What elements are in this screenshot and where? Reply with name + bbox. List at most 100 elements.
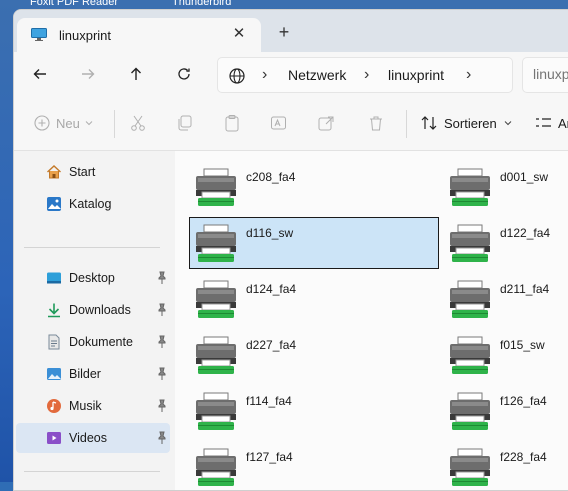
foxit-label[interactable]: Foxit PDF Reader (30, 0, 118, 8)
sidebar-item-musik[interactable]: Musik (16, 391, 170, 421)
printer-name: d116_sw (246, 226, 294, 240)
view-label: An (558, 115, 568, 131)
music-icon (47, 399, 61, 413)
trash-icon (370, 116, 382, 131)
sidebar-item-katalog[interactable]: Katalog (16, 189, 170, 219)
share-icon (318, 116, 334, 131)
printer-icon (450, 392, 490, 430)
new-tab-button[interactable]: + (276, 23, 292, 41)
sidebar-item-videos[interactable]: Videos (16, 423, 170, 453)
printer-item[interactable]: d001_sw (443, 161, 568, 213)
printer-icon (450, 168, 490, 206)
sort-label: Sortieren (444, 115, 497, 131)
breadcrumb-linuxprint[interactable]: linuxprint (388, 67, 444, 83)
cut-button[interactable] (129, 111, 147, 135)
printer-item[interactable]: d211_fa4 (443, 273, 568, 325)
printer-item[interactable]: d116_sw (189, 217, 439, 269)
scissors-icon (131, 115, 145, 131)
search-box[interactable] (522, 57, 568, 93)
printer-name: f126_fa4 (500, 394, 547, 408)
back-button[interactable] (28, 62, 52, 86)
arrow-right-icon (82, 69, 95, 79)
breadcrumb-netzwerk[interactable]: Netzwerk (288, 67, 346, 83)
tab-bar: linuxprint ✕ + (14, 10, 568, 52)
refresh-button[interactable] (172, 62, 196, 86)
sort-icon (421, 116, 437, 130)
printer-icon (196, 168, 236, 206)
delete-button[interactable] (367, 111, 385, 135)
new-button[interactable]: Neu (34, 111, 94, 135)
sidebar-item-label: Musik (69, 399, 102, 413)
printer-name: f228_fa4 (500, 450, 547, 464)
paste-button[interactable] (223, 111, 241, 135)
printer-icon (196, 392, 236, 430)
sidebar-item-desktop[interactable]: Desktop (16, 263, 170, 293)
printer-icon (450, 224, 490, 262)
printer-item[interactable]: f126_fa4 (443, 385, 568, 437)
share-button[interactable] (317, 111, 335, 135)
tab-linuxprint[interactable]: linuxprint ✕ (17, 18, 261, 52)
breadcrumb-separator[interactable]: › (364, 66, 369, 84)
printer-name: f127_fa4 (246, 450, 293, 464)
printer-icon (450, 336, 490, 374)
printer-item[interactable]: d122_fa4 (443, 217, 568, 269)
printer-name: f114_fa4 (246, 394, 292, 408)
refresh-icon (178, 68, 190, 80)
address-bar[interactable]: › Netzwerk › linuxprint › (217, 57, 513, 93)
breadcrumb-separator[interactable]: › (262, 66, 267, 84)
pin-icon[interactable] (156, 271, 168, 285)
up-button[interactable] (124, 62, 148, 86)
printer-item[interactable]: f127_fa4 (189, 441, 439, 490)
sidebar-item-label: Downloads (69, 303, 131, 317)
rename-icon (271, 116, 286, 130)
sidebar-divider (24, 247, 160, 248)
sort-button[interactable]: Sortieren (420, 111, 513, 135)
sidebar-item-label: Desktop (69, 271, 115, 285)
copy-button[interactable] (176, 111, 194, 135)
pin-icon[interactable] (156, 367, 168, 381)
divider (406, 110, 407, 138)
copy-icon (178, 115, 192, 131)
pin-icon[interactable] (156, 335, 168, 349)
printer-item[interactable]: f114_fa4 (189, 385, 439, 437)
pin-icon[interactable] (156, 431, 168, 445)
thunderbird-label[interactable]: Thunderbird (172, 0, 231, 8)
sidebar-item-bilder[interactable]: Bilder (16, 359, 170, 389)
sidebar-item-dokumente[interactable]: Dokumente (16, 327, 170, 357)
printer-name: c208_fa4 (246, 170, 296, 184)
printer-item[interactable]: d124_fa4 (189, 273, 439, 325)
breadcrumb-separator[interactable]: › (466, 66, 471, 84)
clipboard-icon (225, 115, 239, 132)
network-globe-icon (229, 68, 245, 84)
printer-icon (450, 448, 490, 486)
sidebar-item-label: Start (69, 165, 96, 179)
file-list: c208_fa4 d001_sw d116_sw d122_fa4 d124_fa4 d2… (175, 151, 568, 490)
document-icon (48, 334, 60, 350)
close-tab-icon[interactable]: ✕ (231, 26, 247, 42)
sidebar-item-label: Bilder (69, 367, 101, 381)
printer-item[interactable]: f228_fa4 (443, 441, 568, 490)
printer-item[interactable]: c208_fa4 (189, 161, 439, 213)
pin-icon[interactable] (156, 399, 168, 413)
divider (114, 110, 115, 138)
printer-item[interactable]: d227_fa4 (189, 329, 439, 381)
printer-icon (196, 448, 236, 486)
pin-icon[interactable] (156, 303, 168, 317)
printer-icon (450, 280, 490, 318)
gallery-icon (47, 197, 61, 211)
printer-icon (196, 280, 236, 318)
videos-icon (47, 432, 61, 444)
sidebar-item-start[interactable]: Start (16, 157, 170, 187)
plus-circle-icon (34, 115, 50, 131)
search-input[interactable] (533, 66, 568, 82)
view-list-icon (536, 118, 551, 127)
sidebar-item-downloads[interactable]: Downloads (16, 295, 170, 325)
printer-item[interactable]: f015_sw (443, 329, 568, 381)
sidebar-item-label: Videos (69, 431, 107, 445)
view-button[interactable]: An (534, 111, 568, 135)
monitor-icon (31, 28, 47, 41)
new-label: Neu (56, 115, 80, 131)
forward-button[interactable] (76, 62, 100, 86)
sidebar-item-label: Katalog (69, 197, 112, 211)
rename-button[interactable] (270, 111, 288, 135)
